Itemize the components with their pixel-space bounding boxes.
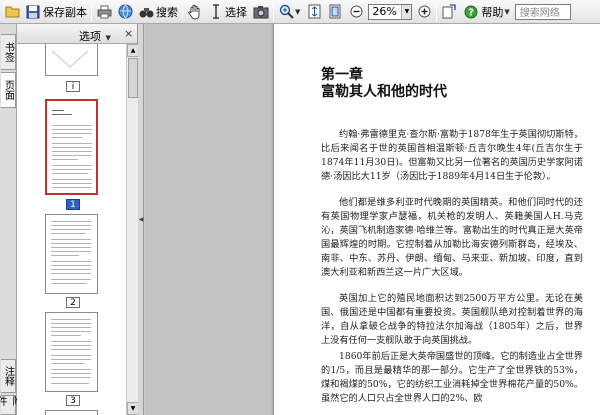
page-fit-icon bbox=[327, 4, 343, 20]
thumbnail-page-2[interactable] bbox=[45, 214, 98, 294]
camera-icon bbox=[253, 4, 269, 20]
toolbar-separator bbox=[273, 2, 274, 21]
tab-pages-label: 页面 bbox=[2, 80, 14, 100]
pages-panel: 选项 ▼ × i 1 2 3 ▲ ▼ bbox=[17, 24, 139, 415]
printer-icon bbox=[96, 4, 112, 20]
tab-bookmarks-label: 书签 bbox=[2, 42, 14, 62]
toolbar-separator bbox=[91, 2, 92, 21]
thumbnail-scrollbar[interactable]: ▲ ▼ bbox=[126, 44, 139, 415]
select-tool-button[interactable]: 选择 bbox=[207, 2, 248, 22]
chapter-title: 富勒其人和他的时代 bbox=[321, 84, 447, 100]
email-button[interactable] bbox=[116, 2, 134, 22]
tab-attachments[interactable]: 附件 bbox=[0, 395, 21, 415]
paragraph: 英国加上它的殖民地面积达到2500万平方公里。无论在美国、俄国还是中国都有重要投… bbox=[321, 293, 583, 346]
side-tab-strip: 书签 页面 注释 附件 bbox=[0, 24, 21, 415]
page-actual-size-icon bbox=[306, 4, 322, 20]
thumbnail-page-3[interactable] bbox=[45, 312, 98, 392]
floppy-icon bbox=[25, 4, 41, 20]
scrollbar-thumb[interactable] bbox=[128, 58, 138, 98]
toolbar-separator bbox=[182, 2, 183, 21]
rotate-button[interactable] bbox=[440, 2, 458, 22]
select-label: 选择 bbox=[225, 5, 247, 19]
save-copy-label: 保存副本 bbox=[43, 5, 87, 19]
actual-size-button[interactable] bbox=[305, 2, 323, 22]
hand-icon bbox=[187, 4, 203, 20]
search-button[interactable]: 搜索 bbox=[137, 2, 179, 22]
magnifier-icon bbox=[278, 4, 294, 20]
page-number-badge[interactable]: 2 bbox=[66, 297, 80, 308]
tab-bookmarks[interactable]: 书签 bbox=[1, 34, 16, 70]
chevron-down-icon[interactable]: ▼ bbox=[401, 4, 412, 19]
paragraph: 他们都是维多利亚时代晚期的英国精英。和他们同时代的还有英国物理学家卢瑟福，机关枪… bbox=[321, 197, 583, 278]
page-number-badge[interactable]: 1 bbox=[66, 199, 80, 210]
plus-icon bbox=[416, 4, 432, 20]
main-toolbar: 保存副本 搜索 选择 ▼ 26% ▼ ? 帮助 ▼ 搜索网络 bbox=[0, 0, 600, 24]
thumbnail-list[interactable]: i 1 2 3 bbox=[17, 44, 126, 415]
binoculars-icon bbox=[138, 4, 154, 20]
tab-annotations[interactable]: 注释 bbox=[1, 359, 16, 393]
pages-panel-header: 选项 ▼ × bbox=[17, 24, 137, 44]
chevron-down-icon[interactable]: ▼ bbox=[295, 8, 300, 16]
zoom-out-button[interactable] bbox=[347, 2, 365, 22]
paragraph: 1860年前后正是大英帝国盛世的顶峰。它的制造业占全世界的1/5，而且是最精华的… bbox=[321, 351, 583, 404]
hand-tool-button[interactable] bbox=[186, 2, 204, 22]
snapshot-button[interactable] bbox=[252, 2, 270, 22]
chevron-down-icon: ▼ bbox=[105, 34, 111, 42]
paragraph: 约翰·弗雷德里克·查尔斯·富勒于1878年生于英国彻切斯特，比后来闻名于世的英国… bbox=[321, 129, 583, 182]
text-cursor-icon bbox=[208, 4, 224, 20]
help-button[interactable]: ? 帮助 ▼ bbox=[462, 2, 510, 22]
help-icon: ? bbox=[463, 4, 479, 20]
save-copy-button[interactable]: 保存副本 bbox=[24, 2, 88, 22]
document-page: 第一章 富勒其人和他的时代 约翰·弗雷德里克·查尔斯·富勒于1878年生于英国彻… bbox=[273, 24, 600, 415]
document-view[interactable]: 第一章 富勒其人和他的时代 约翰·弗雷德里克·查尔斯·富勒于1878年生于英国彻… bbox=[145, 24, 600, 415]
minus-icon bbox=[348, 4, 364, 20]
close-icon[interactable]: × bbox=[124, 27, 133, 40]
zoom-level-value: 26% bbox=[372, 5, 397, 18]
collapse-arrow-icon[interactable]: ◀ bbox=[139, 204, 144, 234]
tab-annotations-label: 注释 bbox=[2, 366, 14, 386]
page-rotate-icon bbox=[441, 4, 457, 20]
options-label: 选项 bbox=[79, 30, 101, 43]
fit-page-button[interactable] bbox=[326, 2, 344, 22]
globe-mail-icon bbox=[117, 4, 133, 20]
print-button[interactable] bbox=[95, 2, 113, 22]
zoom-tool-button[interactable]: ▼ bbox=[277, 2, 301, 22]
tab-pages[interactable]: 页面 bbox=[1, 72, 16, 108]
page-number-badge[interactable]: 3 bbox=[66, 395, 80, 406]
options-menu-button[interactable]: 选项 ▼ bbox=[79, 28, 111, 44]
thumbnail-page-4[interactable] bbox=[45, 410, 98, 415]
thumbnail-page-i[interactable] bbox=[45, 44, 98, 76]
help-label: 帮助 bbox=[481, 5, 504, 19]
folder-icon bbox=[4, 4, 20, 20]
web-search-input[interactable]: 搜索网络 bbox=[514, 3, 571, 20]
search-label: 搜索 bbox=[156, 5, 178, 19]
chevron-down-icon[interactable]: ▼ bbox=[504, 8, 509, 16]
svg-text:?: ? bbox=[468, 7, 474, 18]
panel-splitter[interactable]: ◀ bbox=[138, 24, 144, 415]
zoom-level-combo[interactable]: 26% ▼ bbox=[368, 3, 413, 20]
web-search-placeholder: 搜索网络 bbox=[519, 8, 560, 19]
toolbar-separator bbox=[436, 2, 438, 21]
page-number-badge[interactable]: i bbox=[66, 81, 80, 92]
zoom-in-button[interactable] bbox=[415, 2, 433, 22]
open-button[interactable] bbox=[3, 2, 21, 22]
thumbnail-page-1[interactable] bbox=[45, 99, 98, 195]
